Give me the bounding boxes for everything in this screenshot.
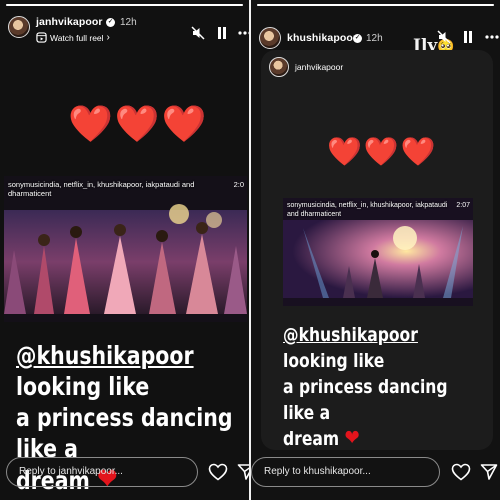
- watch-full-reel-label: Watch full reel: [50, 32, 104, 43]
- story-username[interactable]: khushikapoor: [287, 32, 357, 44]
- story-caption: @khushikapoor looking like a princess da…: [283, 322, 480, 452]
- verified-badge-icon: ✓: [106, 18, 115, 27]
- shared-username: janhvikapoor: [295, 62, 344, 72]
- reel-tags: sonymusicindia, netflix_in, khushikapoor…: [287, 202, 448, 218]
- heart-emoji: ❤️: [400, 136, 436, 167]
- mute-icon[interactable]: [191, 26, 205, 40]
- heart-emoji: ❤️: [68, 103, 113, 144]
- pause-icon[interactable]: [216, 26, 228, 40]
- caption-mention[interactable]: @khushikapoor: [283, 324, 418, 346]
- chevron-right-icon: ›: [106, 32, 110, 43]
- watch-full-reel-link[interactable]: Watch full reel ›: [36, 32, 110, 43]
- send-icon[interactable]: [480, 463, 498, 481]
- more-icon[interactable]: [238, 31, 249, 35]
- right-progress-fill: [257, 4, 494, 6]
- reel-icon: [36, 32, 47, 43]
- story-username[interactable]: janhvikapoor: [36, 16, 103, 28]
- reel-duration: 2:07: [456, 202, 470, 209]
- avatar[interactable]: [259, 27, 281, 49]
- caption-line1: looking like: [283, 350, 385, 372]
- shared-reel-video[interactable]: sonymusicindia, netflix_in, khushikapoor…: [4, 176, 247, 322]
- heart-emoji: ❤️: [161, 103, 207, 144]
- story-timestamp: 12h: [366, 33, 383, 44]
- hearts-row: ❤️ ❤️ ❤️: [327, 138, 436, 166]
- left-story-panel: janhvikapoor ✓ 12h Watch full reel › ❤️ …: [0, 0, 249, 500]
- caption-mention[interactable]: @khushikapoor: [16, 341, 194, 370]
- mute-icon[interactable]: [437, 30, 451, 44]
- shared-reel-video[interactable]: sonymusicindia, netflix_in, khushikapoor…: [283, 198, 473, 306]
- like-heart-icon[interactable]: [451, 463, 471, 481]
- shared-post-card[interactable]: janhvikapoor ❤️ ❤️ ❤️ sonymusicindia, ne…: [261, 50, 493, 452]
- send-icon[interactable]: [237, 463, 249, 481]
- pause-icon[interactable]: [462, 30, 474, 44]
- heart-emoji: ❤️: [327, 136, 362, 167]
- reel-duration: 2:0: [233, 180, 244, 189]
- left-story-header: janhvikapoor ✓ 12h Watch full reel ›: [6, 10, 249, 50]
- heart-emoji: ❤️: [114, 103, 160, 144]
- caption-line1: looking like: [16, 372, 150, 401]
- reply-input[interactable]: Reply to khushikapoor...: [251, 457, 440, 487]
- shared-avatar: [269, 57, 289, 77]
- right-story-panel: khushikapoor ✓ 12h Ily🥺 janhvikapoor ❤️ …: [251, 0, 500, 500]
- reel-tags: sonymusicindia, netflix_in, khushikapoor…: [8, 180, 195, 199]
- caption-line2: a princess dancing like a: [16, 403, 233, 463]
- story-timestamp: 12h: [120, 17, 137, 28]
- caption-line2: a princess dancing like a: [283, 376, 448, 424]
- caption-heart-emoji: ❤: [344, 426, 360, 451]
- left-progress-fill: [6, 4, 243, 6]
- right-story-progress-bar: [257, 4, 494, 6]
- heart-emoji: ❤️: [363, 136, 399, 167]
- right-story-header: khushikapoor ✓ 12h Ily🥺: [257, 10, 500, 56]
- reply-input[interactable]: Reply to janhvikapoor...: [6, 457, 198, 487]
- verified-badge-icon: ✓: [353, 34, 362, 43]
- hearts-row: ❤️ ❤️ ❤️: [68, 106, 206, 142]
- left-story-progress-bar: [6, 4, 243, 6]
- more-icon[interactable]: [485, 35, 499, 39]
- caption-line3: dream: [283, 428, 340, 450]
- avatar[interactable]: [8, 16, 30, 38]
- like-heart-icon[interactable]: [208, 463, 228, 481]
